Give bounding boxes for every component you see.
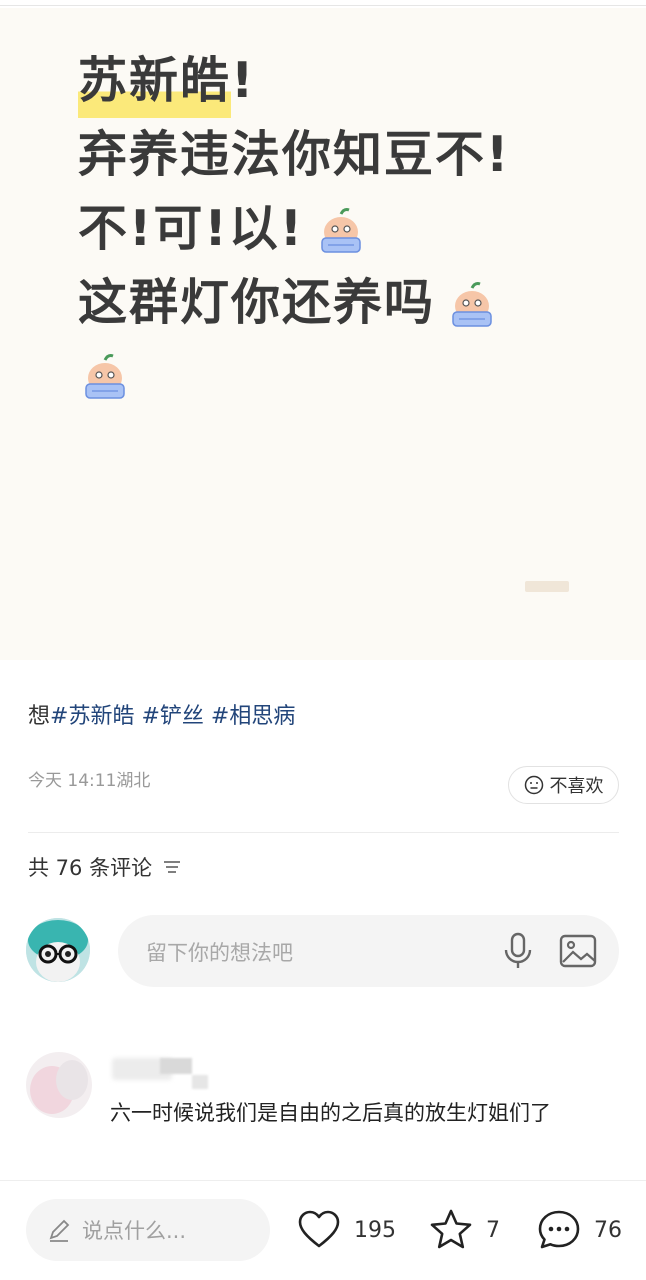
hashtag-link[interactable]: #苏新皓 — [50, 704, 134, 729]
post-image[interactable]: 苏新皓! 弃养违法你知豆不! 不!可!以! 这群灯你还养吗 — [0, 8, 646, 660]
say-something-input[interactable]: 说点什么... — [26, 1199, 270, 1261]
comment-input[interactable]: 留下你的想法吧 — [118, 915, 619, 987]
neutral-face-icon — [524, 775, 543, 795]
image-page-indicator — [525, 581, 569, 592]
commenter-avatar[interactable] — [26, 1052, 92, 1118]
comment-input-placeholder: 留下你的想法吧 — [146, 941, 293, 965]
favorite-button[interactable]: 7 — [428, 1205, 500, 1255]
comment-count-label: 共 76 条评论 — [28, 856, 153, 880]
post-line-3: 不!可!以! — [78, 192, 618, 266]
comment-button[interactable]: 76 — [536, 1205, 622, 1255]
favorite-count: 7 — [486, 1217, 500, 1243]
dislike-label: 不喜欢 — [549, 776, 604, 797]
post-time-location: 今天 14:11湖北 — [28, 771, 151, 791]
comment-text: 六一时候说我们是自由的之后真的放生灯姐们了 — [110, 1101, 551, 1125]
post-line-2: 弃养违法你知豆不! — [78, 126, 511, 183]
heart-icon — [298, 1210, 340, 1248]
post-tags: 想#苏新皓 #铲丝 #相思病 — [28, 700, 295, 734]
post-line-4-text: 这群灯你还养吗 — [78, 274, 436, 331]
commenter-avatar-image — [26, 1052, 92, 1118]
status-divider — [0, 0, 646, 6]
commenter-name-blurred — [160, 1058, 192, 1074]
comment-count-header[interactable]: 共 76 条评论 — [28, 852, 182, 882]
bottom-action-bar: 说点什么... 195 7 76 — [0, 1180, 646, 1280]
commenter-name-blurred — [192, 1075, 208, 1089]
user-avatar[interactable] — [26, 918, 90, 982]
post-image-text: 苏新皓! 弃养违法你知豆不! 不!可!以! 这群灯你还养吗 — [78, 44, 618, 402]
crying-face-icon — [85, 354, 125, 399]
say-something-placeholder: 说点什么... — [82, 1219, 187, 1243]
star-icon — [430, 1209, 472, 1249]
post-line-1-highlight: 苏新皓 — [78, 44, 232, 118]
hashtag-link[interactable]: #相思病 — [211, 704, 295, 729]
like-button[interactable]: 195 — [296, 1205, 396, 1255]
crying-face-icon — [321, 208, 361, 253]
crying-face-icon — [452, 282, 492, 327]
comment-count: 76 — [594, 1217, 622, 1243]
post-line-1: 苏新皓! — [78, 44, 618, 118]
pencil-icon — [49, 1219, 70, 1242]
avatar-image — [26, 918, 90, 982]
dislike-button[interactable]: 不喜欢 — [508, 766, 619, 804]
chat-bubble-icon — [538, 1210, 580, 1249]
post-line-1-rest: ! — [231, 52, 256, 109]
microphone-icon[interactable] — [502, 932, 534, 970]
sort-icon[interactable] — [162, 859, 182, 875]
image-icon[interactable] — [559, 934, 597, 968]
post-line-4: 这群灯你还养吗 — [78, 266, 618, 340]
like-count: 195 — [354, 1217, 396, 1243]
hashtag-link[interactable]: #铲丝 — [141, 704, 203, 729]
post-caption-prefix: 想 — [28, 704, 51, 729]
section-divider — [28, 832, 619, 833]
post-line-3-text: 不!可!以! — [78, 200, 305, 257]
